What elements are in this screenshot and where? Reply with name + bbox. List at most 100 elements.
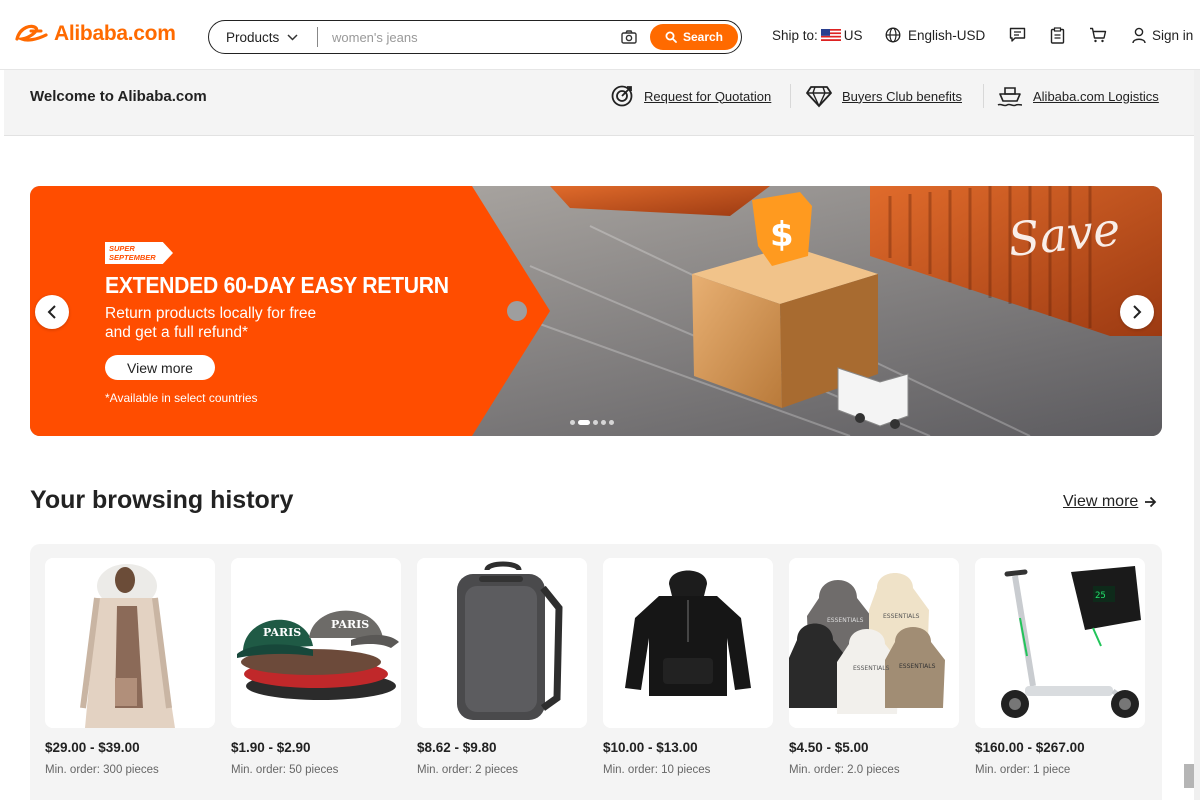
product-card[interactable]: PARIS PARIS [231, 558, 401, 728]
buyers-club-label: Buyers Club benefits [842, 88, 962, 104]
product-min-order: Min. order: 2 pieces [417, 764, 518, 776]
chevron-right-icon [1133, 305, 1142, 319]
banner-dot-active[interactable] [578, 420, 590, 425]
product-min-order: Min. order: 10 pieces [603, 764, 711, 776]
product-price: $8.62 - $9.80 [417, 740, 497, 755]
chevron-left-icon [47, 305, 56, 319]
divider [790, 84, 791, 108]
hoodies-set-image: ESSENTIALS ESSENTIALS ESSENTIALS ESSENTI… [789, 558, 959, 728]
banner-dot[interactable] [593, 420, 598, 425]
banner-next-button[interactable] [1120, 295, 1154, 329]
product-card[interactable]: 25 [975, 558, 1145, 728]
logistics-link[interactable]: Alibaba.com Logistics [997, 84, 1159, 108]
ship-to-selector[interactable]: Ship to: US [772, 0, 863, 70]
buyers-club-link[interactable]: Buyers Club benefits [806, 84, 962, 108]
hoodie-image [603, 558, 773, 728]
svg-text:ESSENTIALS: ESSENTIALS [883, 613, 920, 620]
product-card[interactable] [603, 558, 773, 728]
search-button[interactable]: Search [650, 24, 738, 50]
promo-banner[interactable]: $ Save SUPER SEPTEMBER EXTENDED 60-DAY E… [30, 186, 1162, 436]
caps-image: PARIS PARIS [231, 558, 401, 728]
diamond-icon [806, 86, 832, 108]
logistics-label: Alibaba.com Logistics [1033, 88, 1159, 104]
message-icon [1009, 27, 1026, 42]
svg-text:ESSENTIALS: ESSENTIALS [899, 663, 936, 670]
ship-to-label: Ship to: [772, 27, 818, 43]
svg-text:ESSENTIALS: ESSENTIALS [853, 665, 890, 672]
product-min-order: Min. order: 2.0 pieces [789, 764, 900, 776]
search-category-select[interactable]: Products [209, 30, 317, 45]
search-bar: Products Search [208, 20, 742, 54]
product-price: $1.90 - $2.90 [231, 740, 311, 755]
signin-label: Sign in [1152, 27, 1194, 43]
search-input[interactable] [318, 29, 620, 45]
ship-icon [997, 87, 1023, 107]
camera-icon[interactable] [620, 28, 638, 46]
browsing-history-panel: $29.00 - $39.00 Min. order: 300 pieces P… [30, 544, 1162, 800]
product-card[interactable] [417, 558, 587, 728]
product-min-order: Min. order: 50 pieces [231, 764, 339, 776]
cart-icon [1090, 27, 1107, 43]
orders-button[interactable] [1050, 0, 1065, 70]
badge-line-1: SUPER [109, 244, 135, 253]
target-icon [611, 85, 633, 107]
scrollbar-track[interactable] [1194, 70, 1200, 800]
badge-line-2: SEPTEMBER [109, 253, 156, 262]
browsing-history-title: Your browsing history [30, 486, 294, 514]
search-button-label: Search [682, 30, 724, 44]
search-category-label: Products [226, 29, 280, 45]
clipboard-icon [1050, 26, 1065, 44]
language-label: English-USD [908, 27, 986, 43]
svg-text:PARIS: PARIS [263, 626, 301, 639]
scooter-image: 25 [975, 558, 1145, 728]
banner-dot[interactable] [609, 420, 614, 425]
product-card[interactable]: ESSENTIALS ESSENTIALS ESSENTIALS ESSENTI… [789, 558, 959, 728]
product-min-order: Min. order: 300 pieces [45, 764, 159, 776]
product-price: $160.00 - $267.00 [975, 740, 1085, 755]
chevron-down-icon [287, 33, 298, 41]
product-min-order: Min. order: 1 piece [975, 764, 1071, 776]
banner-dot[interactable] [570, 420, 575, 425]
request-quotation-label: Request for Quotation [644, 88, 772, 104]
request-quotation-link[interactable]: Request for Quotation [610, 84, 771, 108]
language-selector[interactable]: English-USD [885, 0, 985, 70]
messages-button[interactable] [1009, 0, 1026, 70]
signin-button[interactable]: Sign in [1132, 0, 1193, 70]
banner-prev-button[interactable] [35, 295, 69, 329]
view-more-label: View more [1063, 493, 1139, 510]
globe-icon [885, 27, 901, 43]
ship-to-country: US [843, 27, 863, 43]
alibaba-logo[interactable]: Alibaba.com [14, 22, 176, 46]
page: Alibaba.com Products Search Ship to: [0, 0, 1200, 800]
top-header: Alibaba.com Products Search Ship to: [0, 0, 1200, 70]
cart-button[interactable] [1089, 0, 1107, 70]
banner-title: EXTENDED 60-DAY EASY RETURN [105, 272, 449, 298]
scrollbar-thumb[interactable] [1184, 764, 1194, 788]
product-price: $4.50 - $5.00 [789, 740, 869, 755]
backpack-image [417, 558, 587, 728]
banner-pagination [570, 420, 614, 425]
welcome-text: Welcome to Alibaba.com [30, 88, 207, 105]
coat-image [45, 558, 215, 728]
svg-text:ESSENTIALS: ESSENTIALS [827, 617, 864, 624]
banner-view-more-button[interactable]: View more [105, 355, 215, 380]
alibaba-logo-icon [15, 24, 48, 42]
divider [983, 84, 984, 108]
banner-dot[interactable] [601, 420, 606, 425]
product-price: $29.00 - $39.00 [45, 740, 140, 755]
user-icon [1132, 27, 1146, 43]
logo-text: Alibaba.com [54, 22, 176, 45]
banner-subtitle: Return products locally for free and get… [105, 305, 317, 341]
product-card[interactable] [45, 558, 215, 728]
svg-text:$: $ [770, 215, 794, 255]
banner-footnote: *Available in select countries [105, 391, 258, 405]
arrow-right-icon [1145, 496, 1157, 508]
svg-text:PARIS: PARIS [331, 618, 369, 631]
us-flag-icon [820, 29, 841, 41]
browsing-history-view-more-link[interactable]: View more [1063, 493, 1157, 511]
welcome-bar: Welcome to Alibaba.com Request for Quota… [4, 70, 1194, 136]
product-price: $10.00 - $13.00 [603, 740, 698, 755]
super-september-badge: SUPER SEPTEMBER [105, 242, 173, 264]
svg-text:25: 25 [1095, 591, 1106, 601]
search-icon [665, 31, 677, 43]
